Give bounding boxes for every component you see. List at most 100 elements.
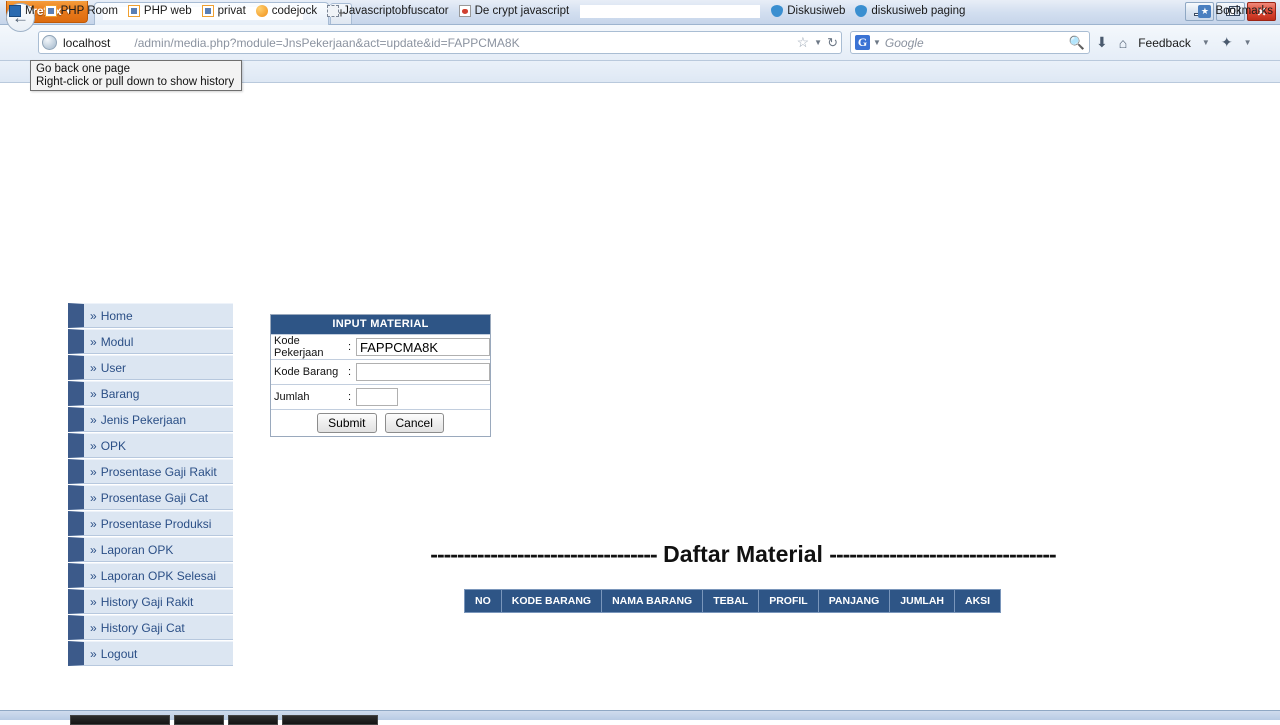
column-header-nama-barang[interactable]: NAMA BARANG xyxy=(601,589,704,613)
form-row-kode-pekerjaan: Kode Pekerjaan : xyxy=(271,334,490,359)
bookmark-item[interactable]: PHP web xyxy=(123,0,197,22)
column-header-no[interactable]: NO xyxy=(464,589,502,613)
double-chevron-icon: » xyxy=(90,334,97,349)
separator-colon: : xyxy=(348,341,352,353)
search-bar[interactable]: G ▼ Google 🔍 xyxy=(850,31,1090,54)
bookmarks-menu[interactable]: ★ Bookmarks xyxy=(1193,0,1278,22)
kode-barang-input[interactable] xyxy=(356,363,490,381)
sidebar-item-jenis-pekerjaan[interactable]: » Jenis Pekerjaan xyxy=(68,407,233,432)
jumlah-input[interactable] xyxy=(356,388,398,406)
sidebar-item-label: Barang xyxy=(100,386,140,401)
bookmark-star-icon[interactable]: ☆ xyxy=(797,34,810,51)
bookmark-label: M xyxy=(25,5,35,17)
double-chevron-icon: » xyxy=(90,438,97,453)
bookmarks-menu-button[interactable]: ★ Bookmarks xyxy=(1193,0,1280,22)
chevron-down-icon[interactable]: ▼ xyxy=(814,38,822,47)
sidebar-item-history-gaji-rakit[interactable]: » History Gaji Rakit xyxy=(68,589,233,614)
tooltip-line-1: Go back one page xyxy=(36,63,130,75)
double-chevron-icon: » xyxy=(90,308,97,323)
sidebar-item-opk[interactable]: » OPK xyxy=(68,433,233,458)
url-bar-content: localhost /admin/media.php?module=JnsPek… xyxy=(38,31,842,54)
sidebar-item-prosentase-gaji-rakit[interactable]: » Prosentase Gaji Rakit xyxy=(68,459,233,484)
bookmark-item[interactable]: Diskusiweb xyxy=(766,0,850,22)
sidebar-item-logout[interactable]: » Logout xyxy=(68,641,233,666)
bookmark-item[interactable]: diskusiweb paging xyxy=(850,0,970,22)
home-icon[interactable]: ⌂ xyxy=(1119,35,1127,51)
bookmark-item[interactable]: PHP Room xyxy=(40,0,123,22)
bookmark-item[interactable]: De crypt javascript xyxy=(454,0,575,22)
double-chevron-icon: » xyxy=(90,516,97,531)
code-favicon xyxy=(44,5,57,17)
taskbar-item[interactable] xyxy=(70,715,170,725)
bookmark-label: codejock xyxy=(271,5,318,17)
column-header-tebal[interactable]: TEBAL xyxy=(702,589,760,613)
column-header-jumlah[interactable]: JUMLAH xyxy=(889,589,956,613)
reload-icon[interactable]: ↻ xyxy=(827,35,838,51)
double-chevron-icon: » xyxy=(90,412,97,427)
code-favicon xyxy=(201,5,214,17)
input-material-form: INPUT MATERIAL Kode Pekerjaan : Kode Bar… xyxy=(270,314,491,437)
shield-favicon xyxy=(771,5,784,17)
magnifier-favicon xyxy=(9,5,21,17)
sidebar-item-prosentase-produksi[interactable]: » Prosentase Produksi xyxy=(68,511,233,536)
feedback-button[interactable]: Feedback xyxy=(1138,36,1191,50)
site-identity-icon[interactable] xyxy=(42,35,57,50)
chevron-down-icon[interactable]: ▼ xyxy=(1202,38,1210,47)
sidebar-item-label: Prosentase Gaji Cat xyxy=(100,490,209,505)
magnifier-icon[interactable]: 🔍 xyxy=(1069,35,1085,51)
bookmark-label: PHP web xyxy=(143,5,192,17)
back-button-tooltip: Go back one page Right-click or pull dow… xyxy=(30,60,242,91)
kode-pekerjaan-input[interactable] xyxy=(356,338,490,356)
double-chevron-icon: » xyxy=(90,646,97,661)
overflow-chevron-icon[interactable]: ▼ xyxy=(1244,38,1252,47)
bookmark-item[interactable]: Javascriptobfuscator xyxy=(322,0,453,22)
sidebar-item-label: Modul xyxy=(100,334,134,349)
sidebar-item-label: Home xyxy=(100,308,133,323)
form-title: INPUT MATERIAL xyxy=(271,315,490,334)
submit-button[interactable]: Submit xyxy=(317,413,377,433)
column-header-aksi[interactable]: AKSI xyxy=(954,589,1002,613)
sidebar-item-laporan-opk-selesai[interactable]: » Laporan OPK Selesai xyxy=(68,563,233,588)
form-row-jumlah: Jumlah : xyxy=(271,384,490,409)
bookmark-item[interactable]: M xyxy=(4,0,40,22)
sidebar-item-laporan-opk[interactable]: » Laporan OPK xyxy=(68,537,233,562)
table-head: NO KODE BARANG NAMA BARANG TEBAL PROFIL … xyxy=(464,589,1002,613)
column-header-kode-barang[interactable]: KODE BARANG xyxy=(500,589,603,613)
sidebar-item-user[interactable]: » User xyxy=(68,355,233,380)
form-row-kode-barang: Kode Barang : xyxy=(271,359,490,384)
column-header-panjang[interactable]: PANJANG xyxy=(817,589,891,613)
taskbar-item[interactable] xyxy=(282,715,378,725)
plugin-icon[interactable]: ✦ xyxy=(1221,34,1233,51)
sidebar-item-modul[interactable]: » Modul xyxy=(68,329,233,354)
sidebar-item-history-gaji-cat[interactable]: » History Gaji Cat xyxy=(68,615,233,640)
tooltip-line-2: Right-click or pull down to show history xyxy=(36,76,235,88)
google-search-icon[interactable]: G xyxy=(855,35,870,50)
label-jumlah: Jumlah xyxy=(274,391,310,403)
sidebar-item-barang[interactable]: » Barang xyxy=(68,381,233,406)
downloads-icon[interactable]: ⬇ xyxy=(1096,34,1108,51)
cancel-button[interactable]: Cancel xyxy=(384,413,444,433)
heading-dashes-left: ---------------------------------- xyxy=(430,541,657,567)
bookmark-blank-item[interactable] xyxy=(580,4,761,18)
sidebar-item-label: History Gaji Rakit xyxy=(100,594,194,609)
double-chevron-icon: » xyxy=(90,620,97,635)
windows-taskbar xyxy=(0,710,1280,725)
sidebar-menu: » Home » Modul » User » Barang » Jenis Pekerj… xyxy=(68,303,233,667)
taskbar-item[interactable] xyxy=(174,715,224,725)
bookmarks-menu-label: Bookmarks xyxy=(1215,5,1273,17)
sidebar-item-prosentase-gaji-cat[interactable]: » Prosentase Gaji Cat xyxy=(68,485,233,510)
double-chevron-icon: » xyxy=(90,490,97,505)
sidebar-item-label: User xyxy=(100,360,127,375)
sidebar-item-label: Jenis Pekerjaan xyxy=(100,412,187,427)
bookmark-item[interactable]: codejock xyxy=(251,0,322,22)
chevron-down-icon[interactable]: ▼ xyxy=(873,38,881,47)
bookmark-item[interactable]: privat xyxy=(197,0,251,22)
search-input[interactable]: Google xyxy=(885,36,1069,50)
bookmark-label: Javascriptobfuscator xyxy=(343,5,449,17)
column-header-profil[interactable]: PROFIL xyxy=(758,589,819,613)
sidebar-item-home[interactable]: » Home xyxy=(68,303,233,328)
circle-favicon xyxy=(255,5,268,17)
bookmark-label: Diskusiweb xyxy=(787,5,846,17)
taskbar-item[interactable] xyxy=(228,715,278,725)
url-host: localhost xyxy=(63,35,111,50)
